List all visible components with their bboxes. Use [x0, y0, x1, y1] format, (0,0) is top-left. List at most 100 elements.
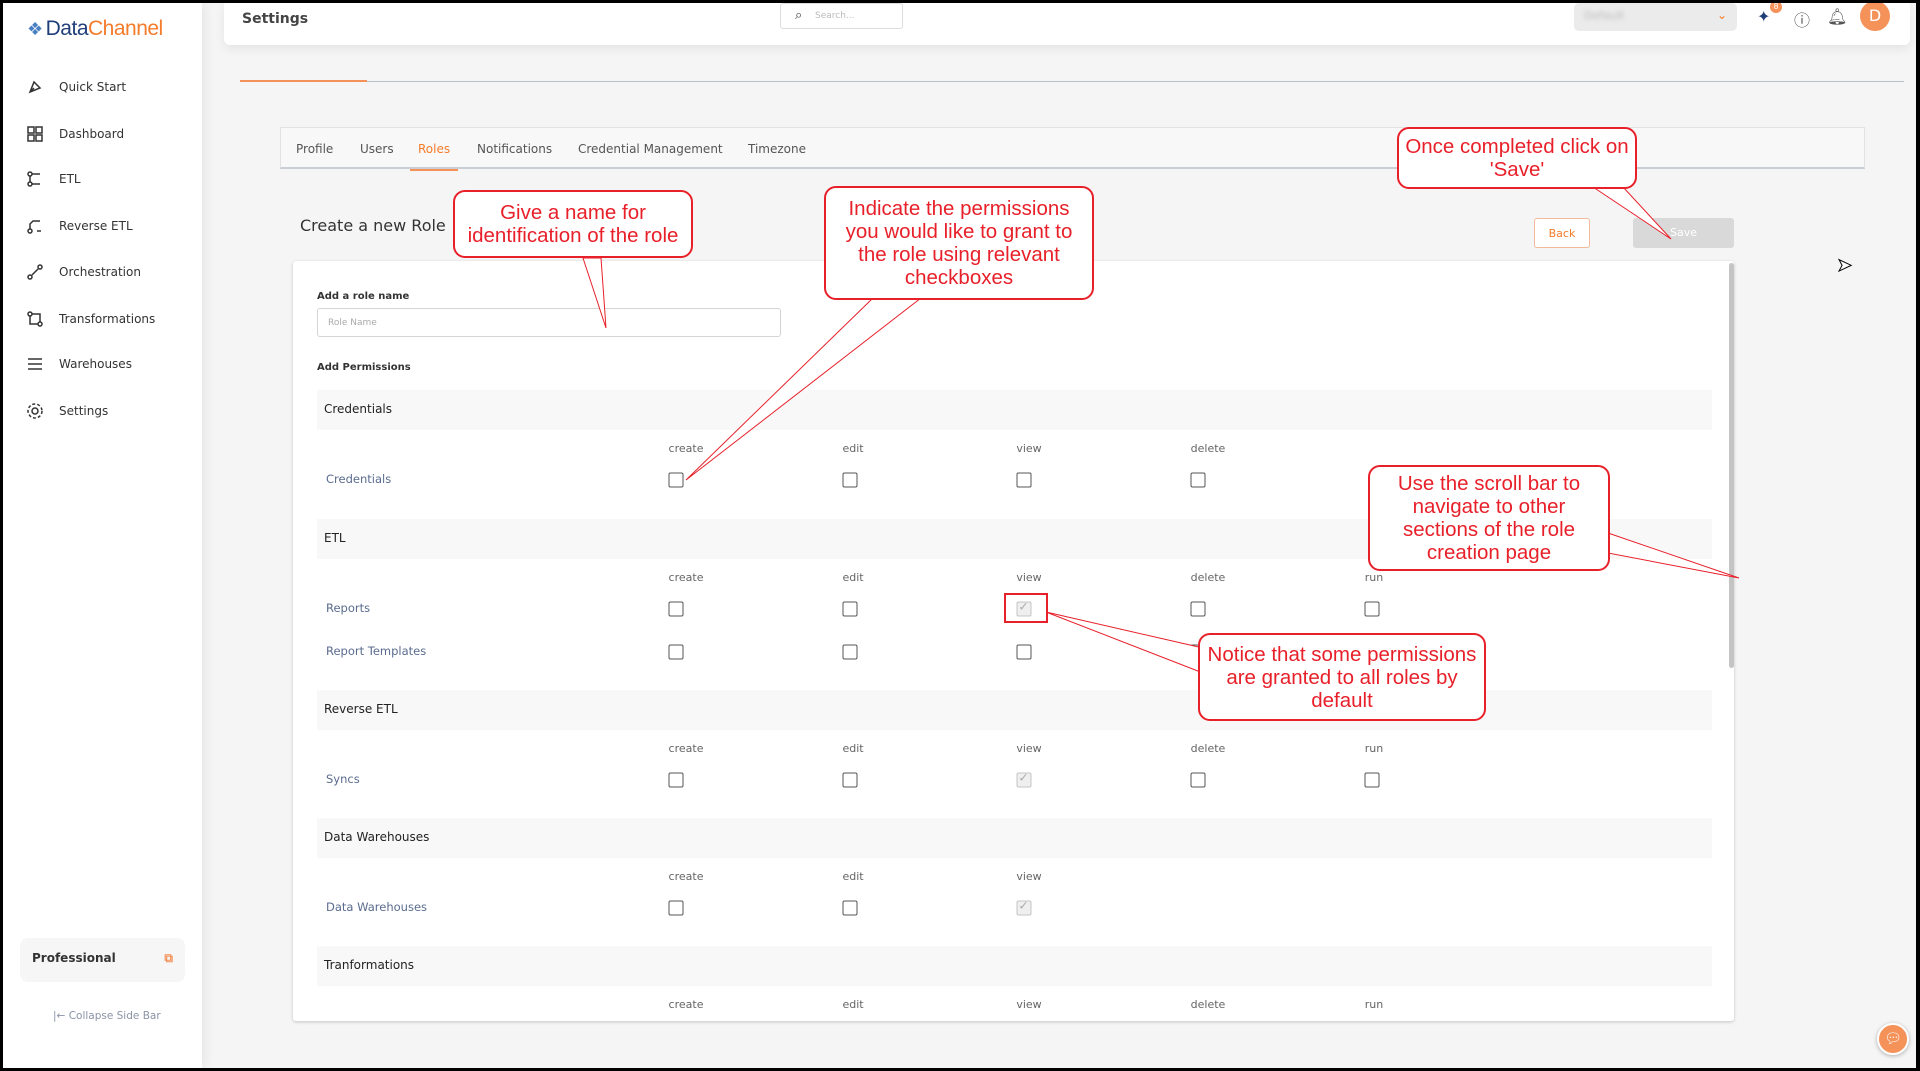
chat-icon[interactable]: 💬︎	[1877, 1023, 1909, 1055]
permission-checkbox-create[interactable]	[668, 644, 684, 660]
permission-checkbox-run[interactable]	[1364, 772, 1380, 788]
permission-checkbox-view[interactable]	[1016, 644, 1032, 660]
permission-checkbox-edit[interactable]	[842, 900, 858, 916]
sparkle-icon[interactable]: ✦	[1757, 7, 1770, 26]
save-button[interactable]: Save	[1633, 218, 1734, 248]
column-header: view	[1016, 442, 1042, 455]
permission-checkbox-delete[interactable]	[1190, 601, 1206, 617]
tab-credential-management[interactable]: Credential Management	[578, 142, 723, 156]
page-title: Create a new Role	[300, 216, 446, 235]
section-title: ETL	[324, 531, 346, 545]
permission-checkbox-delete[interactable]	[1190, 472, 1206, 488]
column-header: edit	[842, 442, 864, 455]
divider-active	[240, 80, 367, 82]
collapse-sidebar-button[interactable]: |← Collapse Side Bar	[53, 1010, 161, 1022]
page-header-title: Settings	[242, 11, 309, 27]
orchestration-icon	[27, 264, 43, 280]
help-icon[interactable]: ⓘ	[1794, 7, 1810, 31]
section-header	[317, 818, 1712, 858]
sidebar-item-settings[interactable]: Settings	[25, 400, 108, 422]
warehouses-icon	[28, 358, 42, 370]
sidebar-item-orchestration[interactable]: Orchestration	[25, 261, 141, 283]
permission-checkbox-create[interactable]	[668, 772, 684, 788]
highlight-box	[1004, 593, 1048, 623]
section-header	[317, 390, 1712, 430]
role-name-input[interactable]: Role Name	[317, 308, 781, 337]
rocket-icon	[28, 80, 42, 94]
sidebar-item-dashboard[interactable]: Dashboard	[25, 123, 124, 145]
section-title: Data Warehouses	[324, 830, 430, 844]
column-header: delete	[1190, 571, 1226, 584]
permission-row-label: Credentials	[326, 472, 392, 486]
column-header: delete	[1190, 742, 1226, 755]
bell-icon[interactable]: 🔔︎	[1827, 7, 1847, 26]
section-title: Reverse ETL	[324, 702, 398, 716]
permission-row-label: Reports	[326, 601, 371, 615]
column-header: view	[1016, 571, 1042, 584]
divider	[240, 81, 1904, 82]
annotation-callout: Indicate the permissions you would like …	[824, 186, 1094, 300]
column-header: delete	[1190, 442, 1226, 455]
permission-checkbox-run[interactable]	[1364, 601, 1380, 617]
permission-checkbox-delete[interactable]	[1190, 772, 1206, 788]
annotation-callout: Use the scroll bar to navigate to other …	[1368, 465, 1610, 571]
column-header: create	[668, 998, 704, 1011]
back-button[interactable]: Back	[1534, 218, 1590, 248]
permission-checkbox-view[interactable]	[1016, 472, 1032, 488]
permission-checkbox-create[interactable]	[668, 472, 684, 488]
external-link-icon[interactable]: ⧉	[164, 951, 173, 966]
sidebar-item-reverse-etl[interactable]: Reverse ETL	[25, 215, 133, 237]
tab-timezone[interactable]: Timezone	[748, 142, 806, 156]
permission-checkbox-edit[interactable]	[842, 472, 858, 488]
permission-checkbox-create[interactable]	[668, 601, 684, 617]
dashboard-icon	[27, 126, 43, 142]
column-header: view	[1016, 998, 1042, 1011]
column-header: view	[1016, 870, 1042, 883]
tab-profile[interactable]: Profile	[296, 142, 333, 156]
permission-row-label: Syncs	[326, 772, 360, 786]
avatar[interactable]: D	[1860, 3, 1890, 31]
annotation-callout: Once completed click on 'Save'	[1397, 127, 1637, 189]
section-header	[317, 690, 1712, 730]
column-header: delete	[1190, 998, 1226, 1011]
logo-icon: ❖	[27, 18, 43, 39]
permission-checkbox-create[interactable]	[668, 900, 684, 916]
column-header: run	[1364, 571, 1384, 584]
column-header: run	[1364, 998, 1384, 1011]
sidebar-item-transformations[interactable]: Transformations	[25, 308, 155, 330]
section-title: Credentials	[324, 402, 393, 416]
permission-checkbox-view[interactable]	[1016, 771, 1032, 788]
plan-card[interactable]: Professional ⧉	[20, 938, 185, 982]
column-header: create	[668, 870, 704, 883]
header: Settings ⌕ Search... Default ⌄ ✦ 8 ⓘ 🔔︎ D	[224, 3, 1910, 45]
plan-label: Professional	[32, 951, 116, 965]
role-form: Add a role name Role Name Add Permission…	[293, 261, 1734, 1021]
column-header: create	[668, 571, 704, 584]
transformations-icon	[27, 311, 43, 327]
column-header: create	[668, 442, 704, 455]
search-input[interactable]: ⌕ Search...	[780, 3, 903, 29]
column-header: edit	[842, 998, 864, 1011]
column-header: view	[1016, 742, 1042, 755]
scrollbar[interactable]	[1729, 263, 1734, 668]
column-header: run	[1364, 742, 1384, 755]
tab-roles[interactable]: Roles	[409, 142, 459, 171]
permission-checkbox-view[interactable]	[1016, 899, 1032, 916]
sidebar-item-quick-start[interactable]: Quick Start	[25, 76, 126, 98]
sidebar-item-warehouses[interactable]: Warehouses	[25, 353, 132, 375]
notification-badge: 8	[1770, 3, 1782, 13]
column-header: edit	[842, 571, 864, 584]
workspace-dropdown[interactable]: Default ⌄	[1574, 3, 1737, 31]
permission-checkbox-edit[interactable]	[842, 772, 858, 788]
permission-checkbox-edit[interactable]	[842, 644, 858, 660]
sidebar-item-etl[interactable]: ETL	[25, 168, 81, 190]
etl-icon	[27, 171, 40, 187]
annotation-callout: Give a name for identification of the ro…	[453, 190, 693, 258]
tab-notifications[interactable]: Notifications	[477, 142, 552, 156]
column-header: edit	[842, 870, 864, 883]
gear-icon	[27, 403, 43, 419]
role-name-label: Add a role name	[317, 291, 410, 302]
logo[interactable]: ❖ Data Channel	[27, 17, 163, 41]
permission-checkbox-edit[interactable]	[842, 601, 858, 617]
tab-users[interactable]: Users	[360, 142, 394, 156]
